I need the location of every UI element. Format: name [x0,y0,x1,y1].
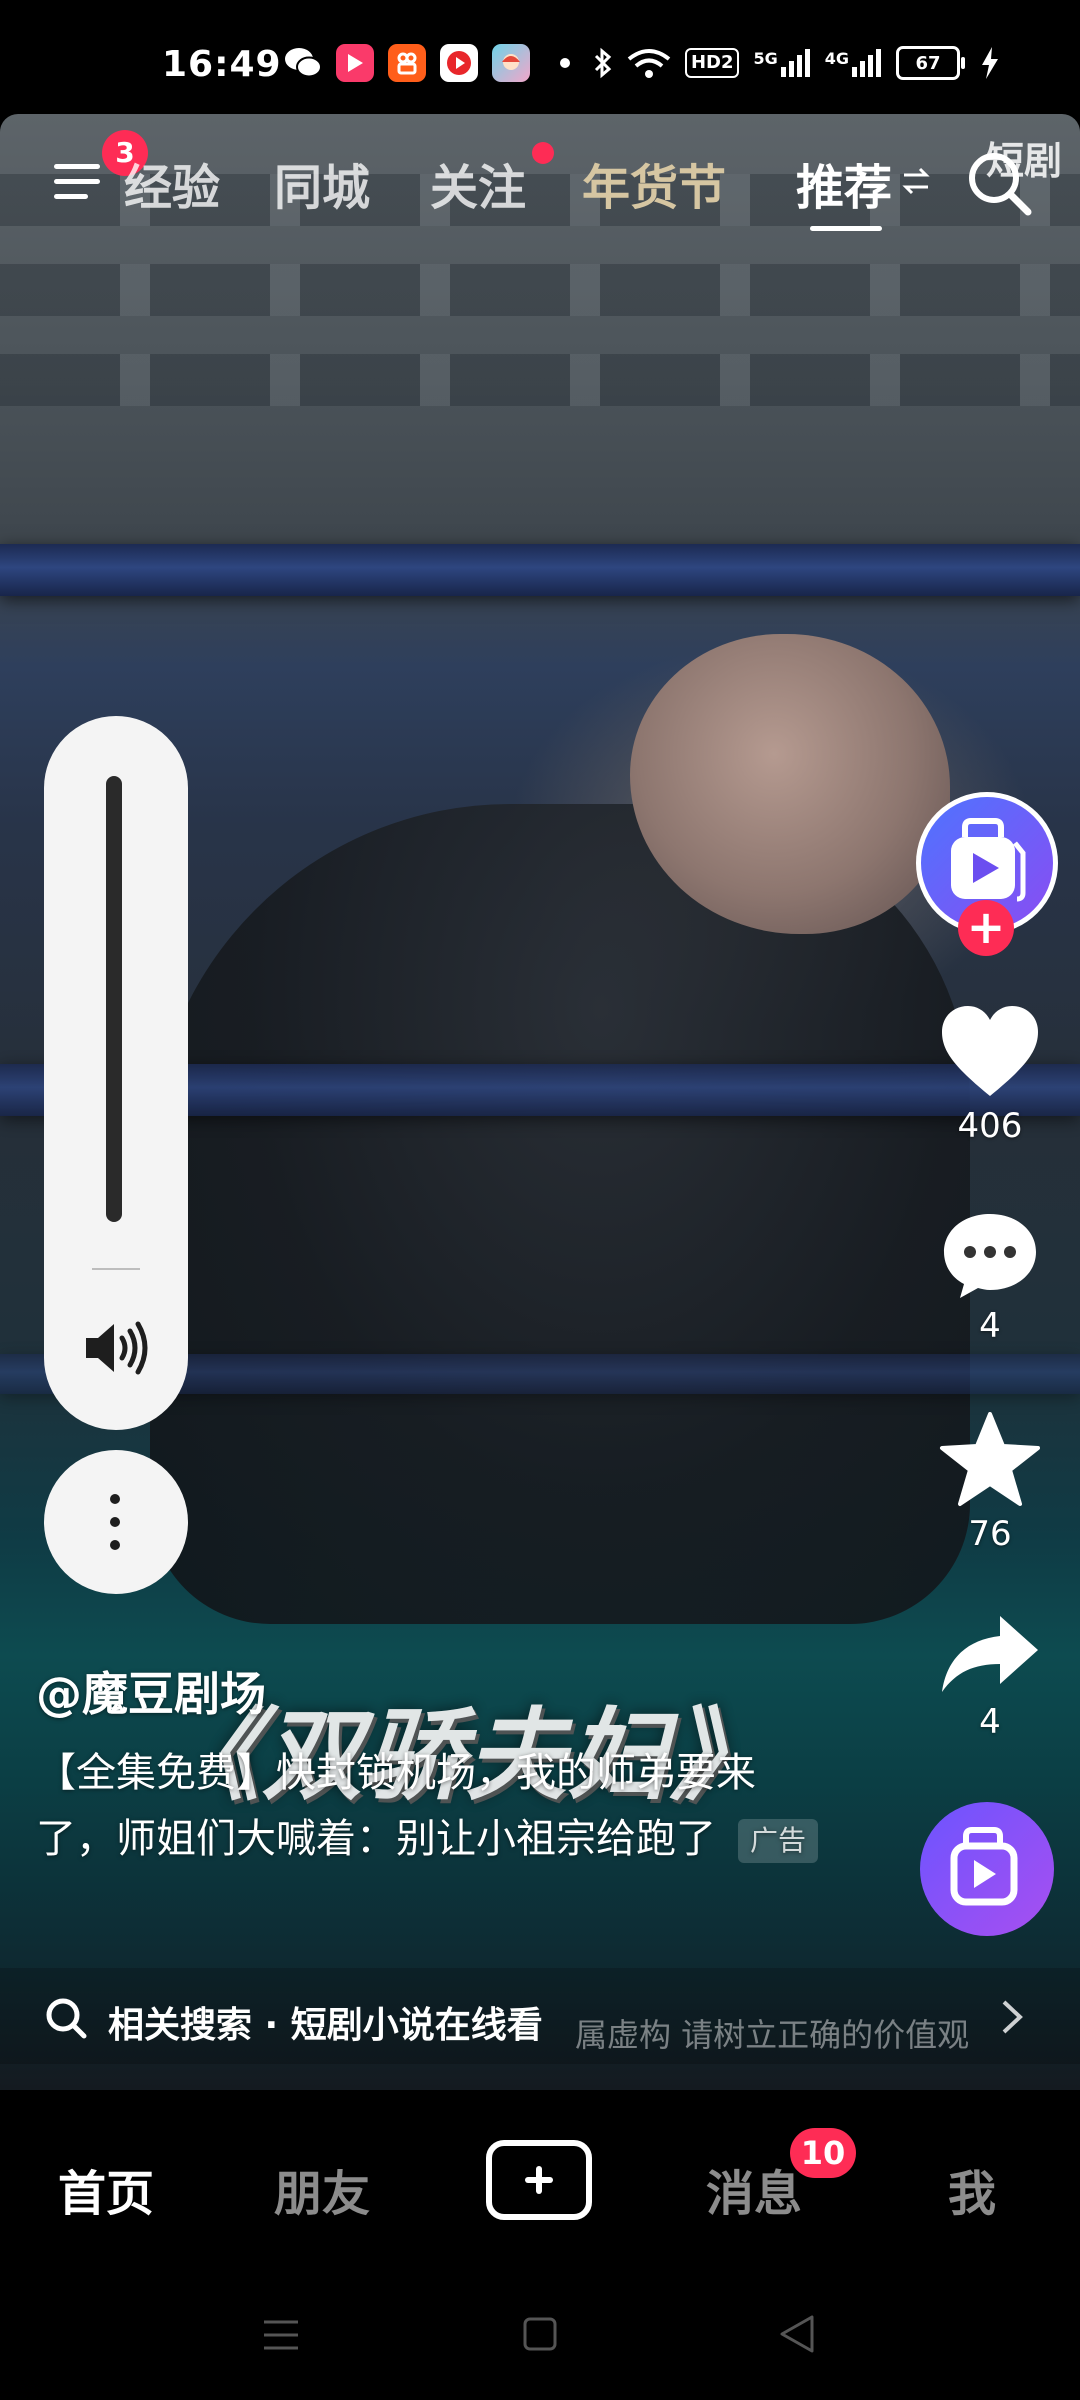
background-building [0,354,1080,406]
tab-experience[interactable]: 经验 [124,148,220,218]
status-time: 16:49 [162,44,282,85]
anime-app-icon [492,44,530,82]
nav-home[interactable]: 首页 [58,2154,154,2224]
speaker-icon[interactable] [80,1320,152,1376]
more-dot [110,1517,120,1527]
bluetooth-icon [594,47,612,79]
back-icon[interactable] [778,2314,816,2354]
follow-button[interactable]: + [958,900,1014,956]
nav-messages[interactable]: 消息 [706,2154,802,2224]
search-icon [46,1998,87,2039]
menu-icon-line [54,164,100,169]
menu-icon-line [54,194,88,199]
tab-following[interactable]: 关注 [430,148,526,218]
hd-badge: HD2 [684,48,740,78]
top-navigation: 3 经验 同城 关注 年货节 推荐 短剧 [0,130,1080,240]
music-disc[interactable] [920,1802,1054,1936]
status-bar: 16:49 HD2 5G 4G 67 [0,0,1080,118]
wifi-icon [627,49,671,78]
favorite-button[interactable]: 76 [920,1412,1060,1554]
favorite-count: 76 [968,1514,1012,1554]
volume-slider[interactable] [106,776,122,1222]
dot-icon [560,58,570,68]
active-tab-indicator [810,226,882,231]
share-button[interactable]: 4 [920,1612,1060,1742]
bottom-navigation: 首页 朋友 消息 10 我 [0,2090,1080,2280]
charging-icon [982,47,998,79]
video-description: 【全集免费】快封锁机场，我的师弟要来了，师姐们大喊着：别让小祖宗给跑了 广告 [36,1740,826,1872]
description-text: 【全集免费】快封锁机场，我的师弟要来了，师姐们大喊着：别让小祖宗给跑了 [36,1750,756,1862]
following-new-dot [532,142,554,164]
comment-icon [944,1214,1036,1298]
system-navigation [0,2280,1080,2400]
volume-panel [44,716,188,1430]
like-count: 406 [957,1106,1023,1146]
ring-rope [0,544,1080,596]
tab-same-city[interactable]: 同城 [274,148,370,218]
more-dot [110,1540,120,1550]
signal-icon [852,49,881,77]
system-indicators: HD2 5G 4G 67 [593,46,1000,80]
switch-arrows-icon [902,167,930,195]
related-search-label: 相关搜索 · 短剧小说在线看 [108,2005,543,2046]
star-icon [940,1412,1040,1506]
messages-badge: 10 [790,2128,856,2178]
menu-icon-line [54,179,100,184]
volume-divider [92,1268,140,1270]
red-play-icon [440,44,478,82]
share-arrow-icon [942,1616,1038,1692]
battery-indicator: 67 [896,46,965,80]
background-building [0,264,1080,316]
tab-new-year-festival[interactable]: 年货节 [582,148,726,218]
recent-apps-icon[interactable] [262,2316,300,2354]
ad-tag: 广告 [738,1819,819,1863]
search-icon[interactable] [964,148,1034,218]
signal-icon [780,49,810,77]
tab-recommended[interactable]: 推荐 [796,148,892,218]
like-button[interactable]: 406 [920,1004,1060,1146]
kuaishou-icon [388,44,426,82]
chevron-right-icon [1002,2000,1023,2034]
more-options-button[interactable] [44,1450,188,1594]
nav-me[interactable]: 我 [948,2154,996,2224]
menu-button[interactable] [46,154,108,210]
home-icon[interactable] [522,2316,558,2352]
wechat-icon [284,44,322,82]
video-app-icon [336,44,374,82]
comment-button[interactable]: 4 [920,1210,1060,1346]
signal-4g: 4G [825,49,882,77]
video-disclaimer: 属虚构 请树立正确的价值观 [575,2016,970,2054]
more-dot [110,1494,120,1504]
heart-icon [942,1006,1038,1096]
drama-bag-icon [950,1827,1018,1906]
notification-icons [284,44,570,82]
signal-5g: 5G [753,49,810,77]
create-button[interactable] [486,2140,592,2220]
nav-friends[interactable]: 朋友 [274,2154,370,2224]
comment-count: 4 [979,1306,1001,1346]
share-count: 4 [979,1702,1001,1742]
author-name[interactable]: @魔豆剧场 [36,1658,266,1724]
